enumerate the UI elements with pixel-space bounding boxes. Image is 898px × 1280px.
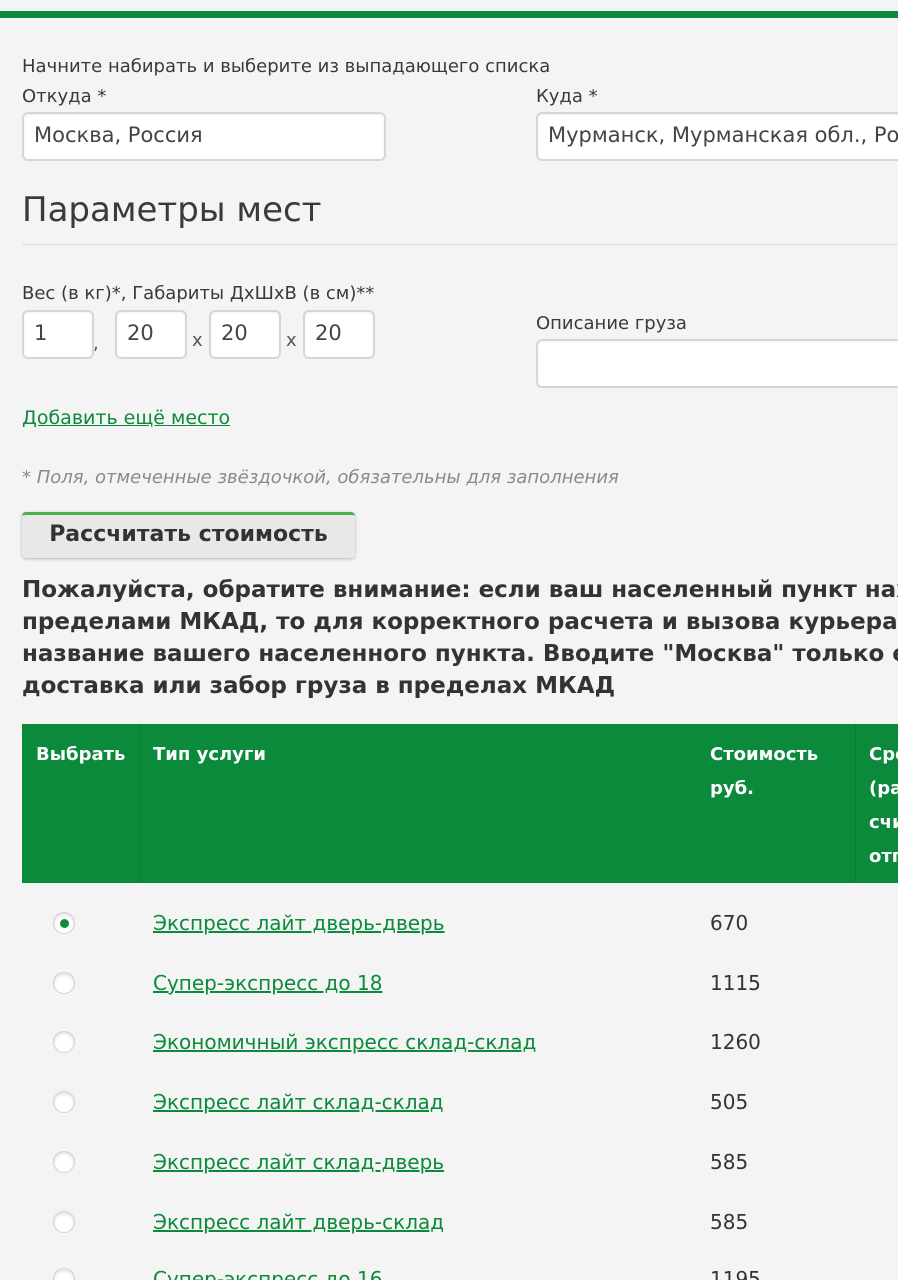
service-price: 1195 [710,1267,761,1280]
header-term-line: (ра [869,778,898,799]
to-city-input[interactable]: Мурманск, Мурманская обл., Россия [536,112,898,161]
service-radio[interactable] [53,912,75,934]
warning-line: название вашего населенного пункта. Ввод… [22,641,898,667]
service-link[interactable]: Экспресс лайт дверь-дверь [153,911,445,935]
section-title: Параметры мест [22,190,322,230]
header-cost: Стоимость руб. [710,738,818,806]
description-label: Описание груза [536,313,687,334]
description-input[interactable] [536,339,898,388]
service-radio[interactable] [53,1151,75,1173]
header-service-type: Тип услуги [153,744,266,765]
table-header: Выбрать Тип услуги Стоимость руб. Сро (р… [22,724,898,883]
table-row: Экономичный экспресс склад-склад 1260 [22,1022,898,1082]
header-term-line: отп [869,846,898,867]
size-label: Вес (в кг)*, Габариты ДхШхВ (в см)** [22,283,375,304]
service-price: 1260 [710,1030,761,1054]
calculate-button[interactable]: Рассчитать стоимость [22,512,355,558]
warning-line: Пожалуйста, обратите внимание: если ваш … [22,577,898,603]
service-radio[interactable] [53,1091,75,1113]
service-price: 585 [710,1210,749,1234]
required-note: * Поля, отмеченные звёздочкой, обязатель… [22,467,619,488]
table-row: Экспресс лайт склад-дверь 585 [22,1142,898,1202]
service-price: 1115 [710,971,761,995]
header-term-line: счи [869,812,898,833]
service-link[interactable]: Супер-экспресс до 16 [153,1267,382,1280]
top-accent-bar [0,11,898,18]
service-price: 505 [710,1090,749,1114]
weight-input[interactable]: 1 [22,310,94,359]
header-cost-line: Стоимость [710,744,819,765]
to-label: Куда * [536,86,598,107]
comma-separator: , [93,333,99,354]
service-price: 585 [710,1150,749,1174]
header-cost-line: руб. [710,778,755,799]
service-link[interactable]: Экономичный экспресс склад-склад [153,1030,536,1054]
service-radio[interactable] [53,1268,75,1280]
header-select: Выбрать [36,744,126,765]
warning-line: пределами МКАД, то для корректного расче… [22,609,898,635]
header-term: Сро (ра счи отп [869,738,898,874]
height-input[interactable]: 20 [303,310,375,359]
header-divider [139,724,140,883]
service-radio[interactable] [53,1031,75,1053]
service-link[interactable]: Супер-экспресс до 18 [153,971,382,995]
service-price: 670 [710,911,749,935]
service-radio[interactable] [53,972,75,994]
input-hint: Начните набирать и выберите из выпадающе… [22,56,551,77]
header-divider [855,724,856,883]
table-row: Экспресс лайт склад-склад 505 [22,1082,898,1142]
add-place-link[interactable]: Добавить ещё место [22,407,230,429]
table-row: Экспресс лайт дверь-склад 585 [22,1202,898,1262]
header-term-line: Сро [869,744,898,765]
from-city-input[interactable]: Москва, Россия [22,112,386,161]
x-separator: x [192,330,203,351]
service-link[interactable]: Экспресс лайт дверь-склад [153,1210,444,1234]
service-radio[interactable] [53,1211,75,1233]
warning-text: Пожалуйста, обратите внимание: если ваш … [22,574,898,702]
from-label: Откуда * [22,86,107,107]
table-row: Экспресс лайт дверь-дверь 670 [22,903,898,963]
table-row: Супер-экспресс до 18 1115 [22,963,898,1023]
service-link[interactable]: Экспресс лайт склад-склад [153,1090,444,1114]
service-link[interactable]: Экспресс лайт склад-дверь [153,1150,444,1174]
x-separator: x [286,330,297,351]
length-input[interactable]: 20 [115,310,187,359]
width-input[interactable]: 20 [209,310,281,359]
warning-line: доставка или забор груза в пределах МКАД [22,673,616,699]
table-row: Супер-экспресс до 16 1195 [22,1259,898,1280]
section-divider [22,244,898,245]
